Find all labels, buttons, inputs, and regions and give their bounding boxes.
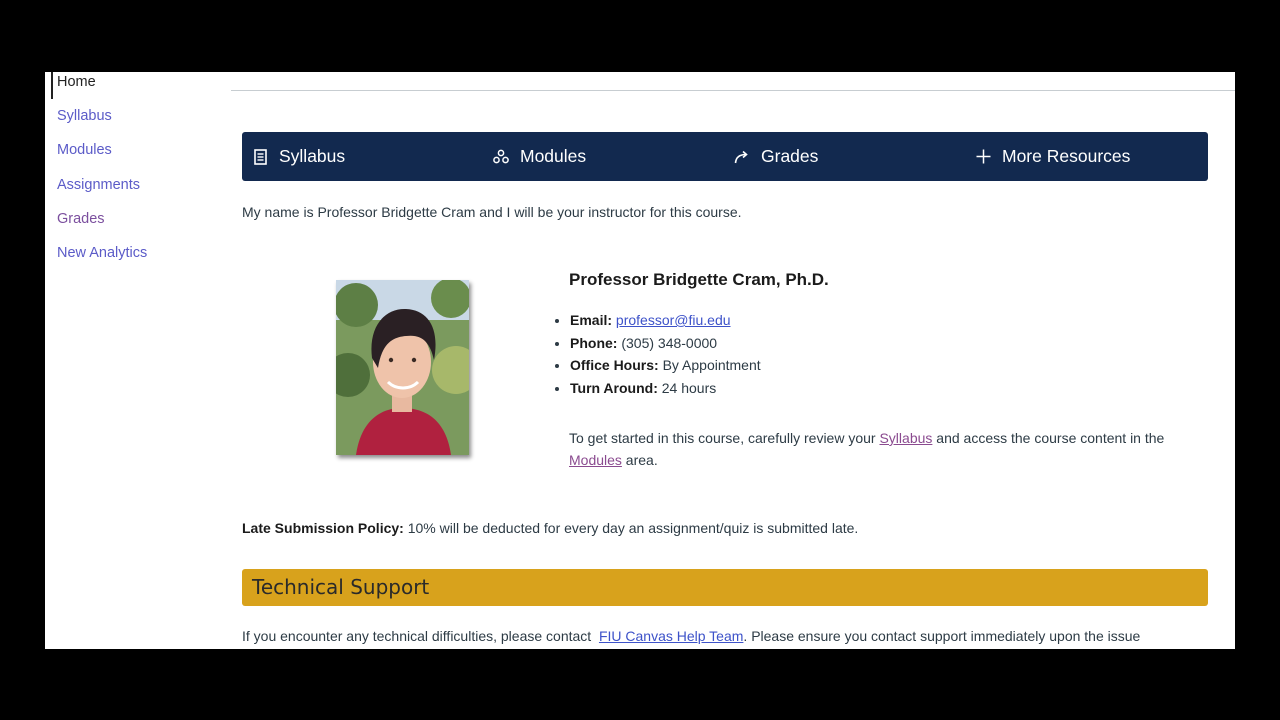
list-item: Email: professor@fiu.edu [570, 309, 761, 332]
more-resources-button[interactable]: More Resources [975, 132, 1130, 181]
syllabus-document-icon [252, 148, 268, 165]
syllabus-button[interactable]: Syllabus [252, 132, 345, 181]
instructor-name: Professor Bridgette Cram, Ph.D. [569, 270, 829, 289]
plus-icon [975, 149, 991, 165]
office-hours-label: Office Hours: [570, 357, 659, 374]
office-hours-value: By Appointment [662, 357, 761, 374]
get-started-part3: area. [621, 452, 658, 468]
header-divider [231, 90, 1235, 91]
phone-label: Phone: [570, 334, 618, 351]
turn-around-label: Turn Around: [570, 380, 658, 397]
nav-item-home[interactable]: Home [57, 74, 96, 90]
active-indicator [51, 72, 53, 99]
late-policy-label: Late Submission Policy: [242, 520, 404, 536]
course-button-bar: Syllabus Modules Grades More Resources [242, 132, 1208, 181]
late-policy-text: Late Submission Policy: 10% will be dedu… [242, 517, 858, 539]
modules-icon [493, 149, 509, 165]
tech-support-part2: . Please ensure you contact support imme… [743, 628, 1141, 644]
more-resources-button-label: More Resources [1002, 146, 1131, 166]
nav-item-syllabus[interactable]: Syllabus [57, 108, 112, 124]
nav-item-modules[interactable]: Modules [57, 142, 112, 158]
turn-around-value: 24 hours [661, 380, 717, 397]
get-started-text: To get started in this course, carefully… [569, 427, 1164, 471]
get-started-part2: and access the course content in the [932, 430, 1165, 446]
nav-item-new-analytics[interactable]: New Analytics [57, 245, 147, 261]
nav-item-grades[interactable]: Grades [57, 211, 105, 227]
grades-arrow-icon [734, 149, 750, 165]
intro-text: My name is Professor Bridgette Cram and … [242, 204, 742, 220]
late-policy-body: 10% will be deducted for every day an as… [403, 520, 859, 536]
fiu-canvas-help-link[interactable]: FIU Canvas Help Team [599, 628, 743, 644]
modules-button[interactable]: Modules [493, 132, 586, 181]
modules-button-label: Modules [520, 146, 587, 166]
tech-support-text: If you encounter any technical difficult… [242, 625, 1140, 647]
syllabus-button-label: Syllabus [279, 146, 346, 166]
phone-value: (305) 348-0000 [621, 334, 718, 351]
grades-button-label: Grades [761, 146, 819, 166]
canvas-course-page: Home Syllabus Modules Assignments Grades… [45, 72, 1235, 649]
technical-support-banner: Technical Support [242, 569, 1208, 606]
contact-list: Email: professor@fiu.edu Phone: (305) 34… [554, 309, 761, 400]
tech-support-part1: If you encounter any technical difficult… [242, 628, 599, 644]
modules-link[interactable]: Modules [569, 452, 622, 468]
email-label: Email: [570, 312, 613, 328]
get-started-part1: To get started in this course, carefully… [569, 430, 880, 446]
list-item: Phone: (305) 348-0000 [570, 332, 761, 355]
instructor-photo [336, 280, 469, 455]
nav-item-assignments[interactable]: Assignments [57, 177, 140, 193]
grades-button[interactable]: Grades [734, 132, 818, 181]
list-item: Office Hours: By Appointment [570, 354, 761, 377]
list-item: Turn Around: 24 hours [570, 377, 761, 400]
email-link[interactable]: professor@fiu.edu [616, 312, 731, 328]
technical-support-heading: Technical Support [252, 575, 430, 599]
syllabus-link[interactable]: Syllabus [879, 430, 932, 446]
course-navigation: Home Syllabus Modules Assignments Grades… [45, 72, 230, 649]
